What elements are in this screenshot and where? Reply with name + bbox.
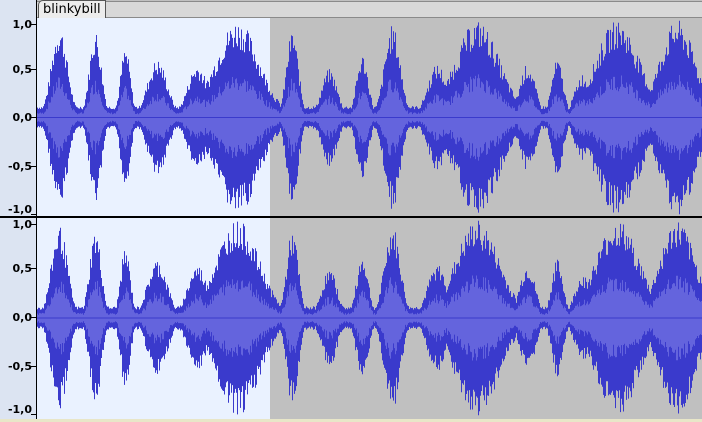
waveform-area[interactable] xyxy=(37,18,702,420)
ruler-label-lower-3: 0,0 xyxy=(12,311,33,324)
ruler-tick xyxy=(31,166,36,167)
ruler-label-upper-5: -1,0 xyxy=(7,203,32,216)
waveform-canvas[interactable] xyxy=(37,18,702,420)
ruler-label-upper-4: -0,5 xyxy=(7,160,32,173)
ruler-label-upper-1: 1,0 xyxy=(12,18,33,31)
ruler-tick xyxy=(31,214,36,215)
ruler-label-lower-4: -0,5 xyxy=(7,360,32,373)
ruler-label-upper-2: 0,5 xyxy=(12,63,33,76)
ruler-tick xyxy=(31,414,36,415)
ruler-tick xyxy=(31,224,36,225)
track-name-tab[interactable]: blinkybill xyxy=(38,0,106,18)
ruler-tick xyxy=(31,117,36,118)
ruler-tick xyxy=(31,366,36,367)
ruler-label-upper-3: 0,0 xyxy=(12,111,33,124)
channel-divider xyxy=(0,216,702,218)
track-title-bar[interactable] xyxy=(37,1,702,18)
ruler-tick xyxy=(31,268,36,269)
vertical-amplitude-ruler[interactable]: 1,0 0,5 0,0 -0,5 -1,0 1,0 0,5 0,0 -0,5 -… xyxy=(0,0,37,420)
ruler-label-lower-1: 1,0 xyxy=(12,218,33,231)
ruler-label-lower-5: -1,0 xyxy=(7,403,32,416)
ruler-tick xyxy=(31,24,36,25)
ruler-label-lower-2: 0,5 xyxy=(12,262,33,275)
ruler-tick xyxy=(31,317,36,318)
ruler-tick xyxy=(31,69,36,70)
